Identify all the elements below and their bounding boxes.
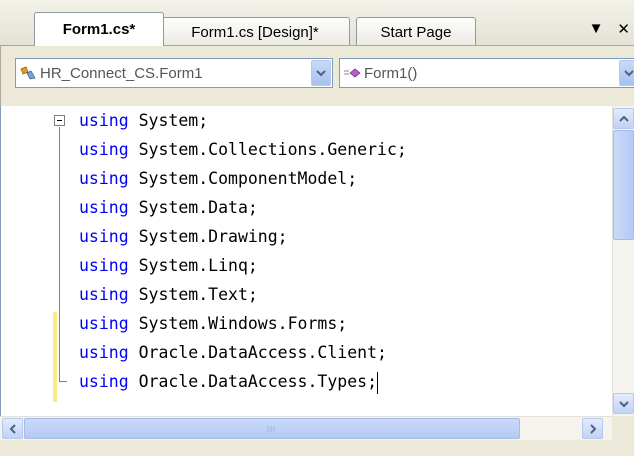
keyword: using [79,140,129,159]
document-tab-strip: Form1.cs [Design]* Start Page Form1.cs* … [0,0,634,46]
scrollbar-corner [612,416,634,440]
code-text: System.Drawing; [128,227,288,246]
method-icon [340,66,364,80]
horizontal-scrollbar[interactable] [0,416,612,440]
keyword: using [79,343,129,362]
tab-list-dropdown-icon[interactable]: ▼ [589,20,604,38]
code-editor-window: Form1.cs [Design]* Start Page Form1.cs* … [0,0,634,456]
chevron-down-icon[interactable] [311,60,331,86]
tab-form1-code[interactable]: Form1.cs* [34,12,164,46]
member-combo-value: Form1() [364,64,418,82]
keyword: using [79,372,129,391]
code-line: using System.Windows.Forms; [79,309,407,338]
chevron-down-icon[interactable] [619,60,634,86]
class-combo-value: HR_Connect_CS.Form1 [40,64,203,82]
code-text: System.ComponentModel; [128,169,358,188]
code-line: using System.Linq; [79,251,407,280]
code-line: using System.ComponentModel; [79,164,407,193]
horizontal-scroll-thumb[interactable] [24,418,520,439]
keyword: using [79,314,129,333]
scroll-right-icon[interactable] [582,418,603,439]
class-combo[interactable]: HR_Connect_CS.Form1 [15,58,333,88]
code-text: System.Windows.Forms; [128,314,348,333]
scroll-up-icon[interactable] [613,108,634,129]
code-line: using System.Text; [79,280,407,309]
code-text: System.Linq; [128,256,258,275]
keyword: using [79,285,129,304]
vertical-scrollbar[interactable] [612,106,634,416]
tab-start-page[interactable]: Start Page [356,17,476,45]
collapse-icon[interactable] [54,115,65,126]
change-marker [53,312,57,402]
keyword: using [79,256,129,275]
code-text: System.Data; [128,198,258,217]
code-line: using Oracle.DataAccess.Types; [79,367,407,396]
window-bottom-edge [0,440,634,456]
code-text: System.Text; [128,285,258,304]
member-combo[interactable]: Form1() [339,58,634,88]
tab-form1-design[interactable]: Form1.cs [Design]* [160,17,350,45]
keyword: using [79,198,129,217]
scroll-left-icon[interactable] [2,418,23,439]
code-text: System.Collections.Generic; [128,140,407,159]
code-editor[interactable]: using System; using System.Collections.G… [0,106,612,416]
code-line: using Oracle.DataAccess.Client; [79,338,407,367]
class-icon [16,66,40,80]
code-lines: using System; using System.Collections.G… [79,106,407,396]
outline-guide [59,127,60,381]
close-tab-icon[interactable]: ✕ [617,20,630,38]
keyword: using [79,227,129,246]
navigation-bar: HR_Connect_CS.Form1 Form1() [0,46,634,106]
keyword: using [79,169,129,188]
scroll-down-icon[interactable] [613,393,634,414]
code-line: using System.Drawing; [79,222,407,251]
outline-guide-end [59,381,67,382]
vertical-scroll-thumb[interactable] [613,130,634,240]
code-text: System; [128,111,209,130]
text-caret [377,371,379,394]
code-line: using System.Data; [79,193,407,222]
tab-controls: ▼ ✕ [589,20,630,38]
code-line: using System.Collections.Generic; [79,135,407,164]
code-text: Oracle.DataAccess.Client; [128,343,387,362]
code-text: Oracle.DataAccess.Types; [128,372,378,391]
keyword: using [79,111,129,130]
code-line: using System; [79,106,407,135]
